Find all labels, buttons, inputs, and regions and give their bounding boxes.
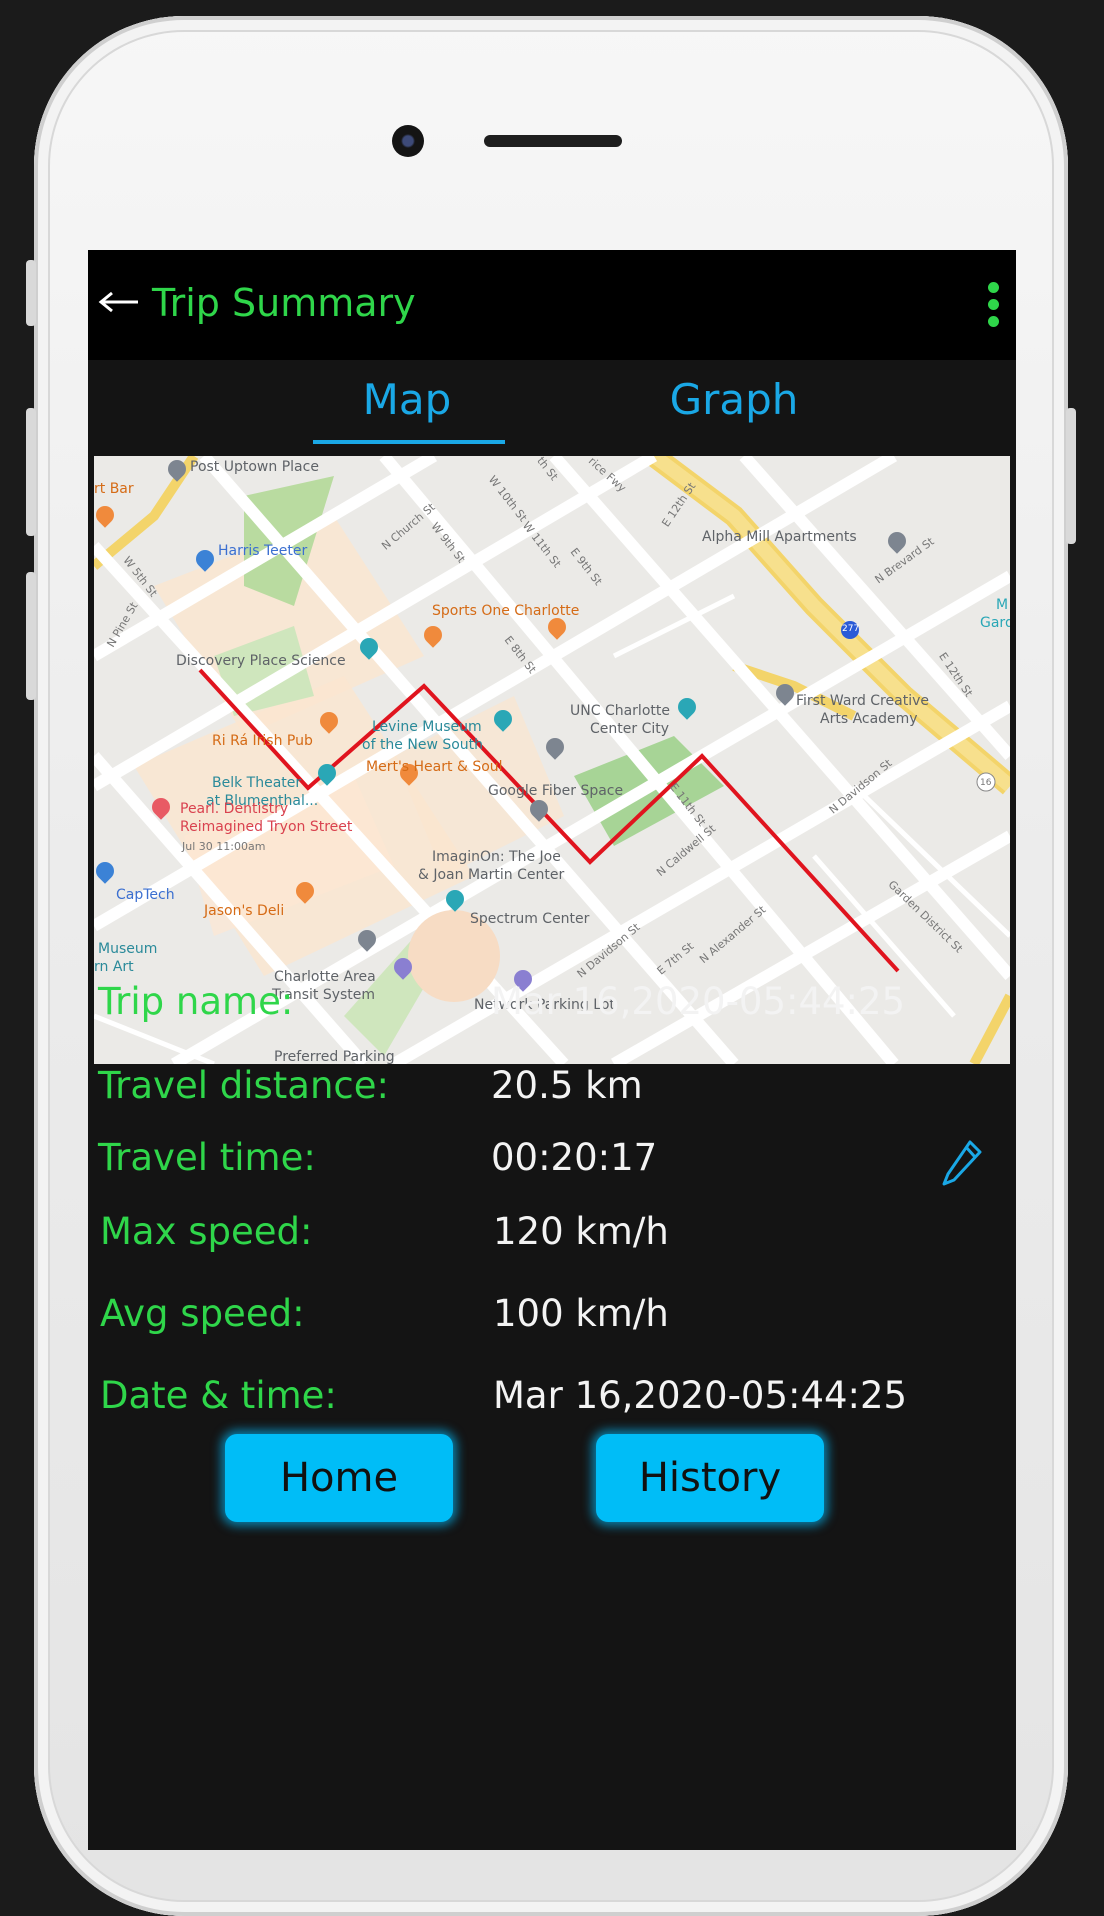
travel-distance-value: 20.5 km xyxy=(491,1064,643,1107)
active-tab-indicator xyxy=(313,440,505,444)
map-label: Jason's Deli xyxy=(204,903,285,919)
map-label: rt Bar xyxy=(94,481,134,497)
travel-time-value: 00:20:17 xyxy=(491,1136,658,1179)
map-label: Belk Theater xyxy=(212,775,302,791)
travel-distance-label: Travel distance: xyxy=(98,1064,389,1107)
volume-up-button xyxy=(26,408,36,536)
tab-bar: Map Graph xyxy=(88,360,1016,456)
map-label: & Joan Martin Center xyxy=(418,867,565,883)
max-speed-label: Max speed: xyxy=(100,1210,313,1253)
map-label: M xyxy=(996,597,1009,613)
date-time-row: Date & time: Mar 16,2020-05:44:25 xyxy=(88,1368,1016,1424)
trip-name-value: Mar 16,2020-05:44:25 xyxy=(491,980,906,1023)
map-label: Harris Teeter xyxy=(218,543,308,559)
max-speed-value: 120 km/h xyxy=(493,1210,669,1253)
travel-distance-row: Travel distance: 20.5 km xyxy=(88,1058,1016,1114)
map-label: Discovery Place Science xyxy=(176,653,346,669)
map-label: Levine Museum xyxy=(372,719,482,735)
map-label: Mert's Heart & Soul xyxy=(366,759,503,775)
map-label: CapTech xyxy=(116,887,175,903)
travel-time-label: Travel time: xyxy=(98,1136,316,1179)
app-bar: Trip Summary xyxy=(88,250,1016,360)
map-label: Google Fiber Space xyxy=(488,783,624,799)
date-time-value: Mar 16,2020-05:44:25 xyxy=(493,1374,908,1417)
route-map[interactable]: Post Uptown Place rt Bar Harris Teeter W… xyxy=(94,456,1010,1064)
map-label: Post Uptown Place xyxy=(190,459,319,475)
trip-name-row: Trip name: Mar 16,2020-05:44:25 xyxy=(88,974,1016,1030)
map-label: Arts Academy xyxy=(820,711,918,727)
map-label: Spectrum Center xyxy=(470,911,590,927)
map-label: UNC Charlotte xyxy=(570,703,670,719)
map-label: Ri Rá Irish Pub xyxy=(212,733,313,749)
mute-switch xyxy=(26,260,36,326)
front-camera xyxy=(392,125,424,157)
trip-name-label: Trip name: xyxy=(98,980,294,1023)
max-speed-row: Max speed: 120 km/h xyxy=(88,1204,1016,1260)
map-label: ImaginOn: The Joe xyxy=(432,849,561,865)
map-label: 277 xyxy=(842,624,860,634)
avg-speed-row: Avg speed: 100 km/h xyxy=(88,1286,1016,1342)
map-label: of the New South xyxy=(362,737,484,753)
earpiece-speaker xyxy=(484,135,622,147)
travel-time-row: Travel time: 00:20:17 xyxy=(88,1130,1016,1186)
more-options-icon[interactable] xyxy=(988,282,1002,328)
map-label: Center City xyxy=(590,721,670,737)
tab-graph[interactable]: Graph xyxy=(624,370,844,430)
map-label: Alpha Mill Apartments xyxy=(702,529,857,545)
history-button[interactable]: History xyxy=(596,1434,824,1522)
home-button[interactable]: Home xyxy=(225,1434,453,1522)
page-title: Trip Summary xyxy=(152,281,416,325)
map-label: Reimagined Tryon Street xyxy=(180,819,353,835)
map-label: Pearl. Dentistry xyxy=(180,801,289,817)
date-time-label: Date & time: xyxy=(100,1374,337,1417)
map-label: Sports One Charlotte xyxy=(432,603,580,619)
avg-speed-value: 100 km/h xyxy=(493,1292,669,1335)
map-label: First Ward Creative xyxy=(796,693,929,709)
back-arrow-icon[interactable] xyxy=(96,290,140,314)
volume-down-button xyxy=(26,572,36,700)
tab-map[interactable]: Map xyxy=(312,370,502,430)
avg-speed-label: Avg speed: xyxy=(100,1292,305,1335)
app-screen: Trip Summary Map Graph Post Uptown Place… xyxy=(88,250,1016,1850)
map-label: 16 xyxy=(980,778,992,788)
power-button xyxy=(1066,408,1076,544)
map-label: Museum xyxy=(98,941,158,957)
map-label: Jul 30 11:00am xyxy=(182,840,266,853)
map-label: Gard xyxy=(980,615,1010,631)
